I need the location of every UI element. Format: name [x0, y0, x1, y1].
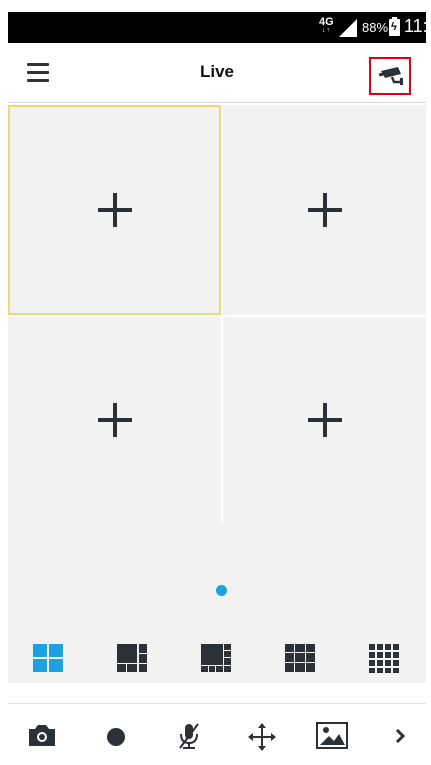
layout-selector [8, 633, 426, 683]
microphone-muted-icon [179, 723, 199, 749]
add-icon [307, 403, 342, 437]
status-bar: 4G ↓↑ 88% ϟ 11:52 [8, 12, 431, 43]
page-indicator-area [8, 523, 426, 633]
grid-9-icon [285, 644, 315, 672]
layout-16-split-button[interactable] [367, 641, 403, 677]
video-channel-3[interactable] [8, 317, 221, 523]
video-channel-4[interactable] [223, 317, 426, 523]
record-button[interactable] [99, 718, 133, 752]
network-indicator: 4G ↓↑ [319, 16, 334, 35]
device-list-button[interactable] [369, 57, 411, 95]
gallery-icon [316, 722, 348, 749]
ptz-move-icon [248, 723, 276, 751]
gallery-button[interactable] [315, 718, 349, 752]
layout-6-split-button[interactable] [115, 641, 151, 677]
layout-4-split-button[interactable] [31, 641, 67, 677]
add-icon [97, 403, 132, 437]
cctv-camera-icon [378, 67, 403, 85]
ptz-button[interactable] [245, 718, 279, 752]
grid-4-icon [33, 644, 63, 672]
grid-6-icon [117, 644, 147, 672]
layout-9-split-button[interactable] [283, 641, 319, 677]
clock: 11:52 [404, 16, 431, 36]
add-icon [307, 193, 342, 227]
camera-snapshot-icon [29, 725, 55, 746]
battery-icon: ϟ [389, 17, 400, 36]
video-channel-1[interactable] [8, 105, 221, 315]
more-tools-button[interactable] [384, 718, 418, 752]
bottom-toolbar [8, 703, 426, 765]
snapshot-button[interactable] [25, 718, 59, 752]
page-title: Live [199, 62, 235, 81]
grid-8-icon [201, 644, 231, 672]
record-icon [107, 728, 125, 746]
app-header: Live [8, 43, 426, 103]
add-icon [97, 193, 132, 227]
talk-button[interactable] [172, 718, 206, 752]
video-grid [8, 105, 426, 523]
grid-16-icon [369, 644, 399, 673]
page-dot-active[interactable] [216, 585, 227, 596]
battery-percent: 88% [362, 20, 389, 35]
layout-8-split-button[interactable] [199, 641, 235, 677]
video-channel-2[interactable] [223, 105, 426, 315]
chevron-right-icon [395, 728, 406, 744]
signal-icon [339, 19, 357, 37]
